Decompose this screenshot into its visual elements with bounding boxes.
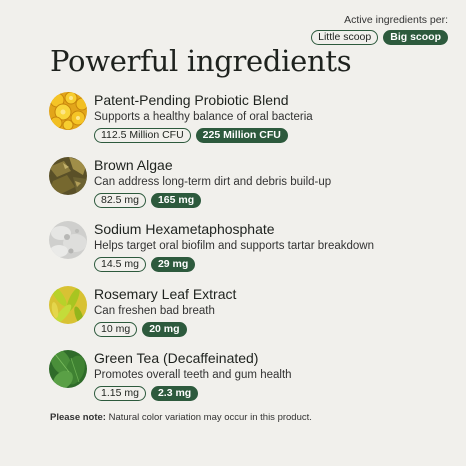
ingredient-name: Patent-Pending Probiotic Blend	[94, 92, 289, 108]
green-tea-image	[49, 350, 87, 388]
ingredient-description: Promotes overall teeth and gum health	[94, 369, 292, 381]
big-scoop-amount: 20 mg	[142, 321, 187, 337]
ingredient-description: Helps target oral biofilm and supports t…	[94, 240, 374, 252]
ingredient-name: Rosemary Leaf Extract	[94, 285, 237, 302]
little-scoop-amount: 1.15 mg	[94, 386, 146, 401]
ingredient-name: Brown Algae	[94, 156, 173, 173]
little-scoop-amount: 112.5 Million CFU	[94, 128, 191, 143]
disclaimer-note: Please note: Natural color variation may…	[50, 412, 312, 423]
big-scoop-amount: 2.3 mg	[150, 386, 199, 401]
ingredient-item-green-tea: Green Tea (Decaffeinated) Promotes overa…	[49, 348, 449, 413]
little-scoop-amount: 10 mg	[94, 321, 138, 337]
ingredient-item-brown-algae: Brown Algae Can address long-term dirt a…	[49, 155, 449, 220]
ingredient-description: Can address long-term dirt and debris bu…	[94, 175, 332, 188]
little-scoop-amount: 82.5 mg	[94, 192, 146, 208]
ingredient-description: Supports a healthy balance of oral bacte…	[94, 111, 313, 123]
big-scoop-amount: 165 mg	[150, 192, 202, 208]
page-title: Powerful ingredients	[50, 44, 352, 78]
note-label: Please note:	[50, 412, 106, 423]
active-ingredients-per-label: Active ingredients per:	[344, 14, 448, 26]
ingredient-amounts: 82.5 mg 165 mg	[94, 192, 331, 208]
scoop-legend: Active ingredients per: Little scoop Big…	[311, 14, 448, 45]
ingredient-description: Can freshen bad breath	[94, 304, 215, 317]
ingredient-list: Patent-Pending Probiotic Blend Supports …	[49, 90, 449, 413]
big-scoop-amount: 29 mg	[150, 257, 196, 272]
big-scoop-amount: 225 Million CFU	[195, 128, 288, 143]
ingredient-amounts: 10 mg 20 mg	[94, 321, 236, 337]
ingredient-item-probiotic: Patent-Pending Probiotic Blend Supports …	[49, 90, 449, 155]
scoop-legend-pills: Little scoop Big scoop	[311, 30, 448, 45]
ingredient-amounts: 1.15 mg 2.3 mg	[94, 386, 292, 401]
probiotic-image	[49, 92, 87, 130]
ingredient-amounts: 112.5 Million CFU 225 Million CFU	[94, 128, 313, 143]
little-scoop-pill: Little scoop	[311, 30, 379, 45]
brown-algae-image	[49, 156, 87, 195]
ingredient-item-sodium-hexametaphosphate: Sodium Hexametaphosphate Helps target or…	[49, 219, 449, 284]
ingredient-name: Sodium Hexametaphosphate	[94, 221, 275, 237]
note-text: Natural color variation may occur in thi…	[105, 412, 312, 423]
ingredient-name: Green Tea (Decaffeinated)	[94, 350, 259, 366]
ingredient-amounts: 14.5 mg 29 mg	[94, 257, 374, 272]
rosemary-image	[49, 285, 87, 324]
big-scoop-pill: Big scoop	[383, 30, 448, 45]
sodium-powder-image	[49, 221, 87, 259]
little-scoop-amount: 14.5 mg	[94, 257, 146, 272]
ingredient-item-rosemary: Rosemary Leaf Extract Can freshen bad br…	[49, 284, 449, 349]
